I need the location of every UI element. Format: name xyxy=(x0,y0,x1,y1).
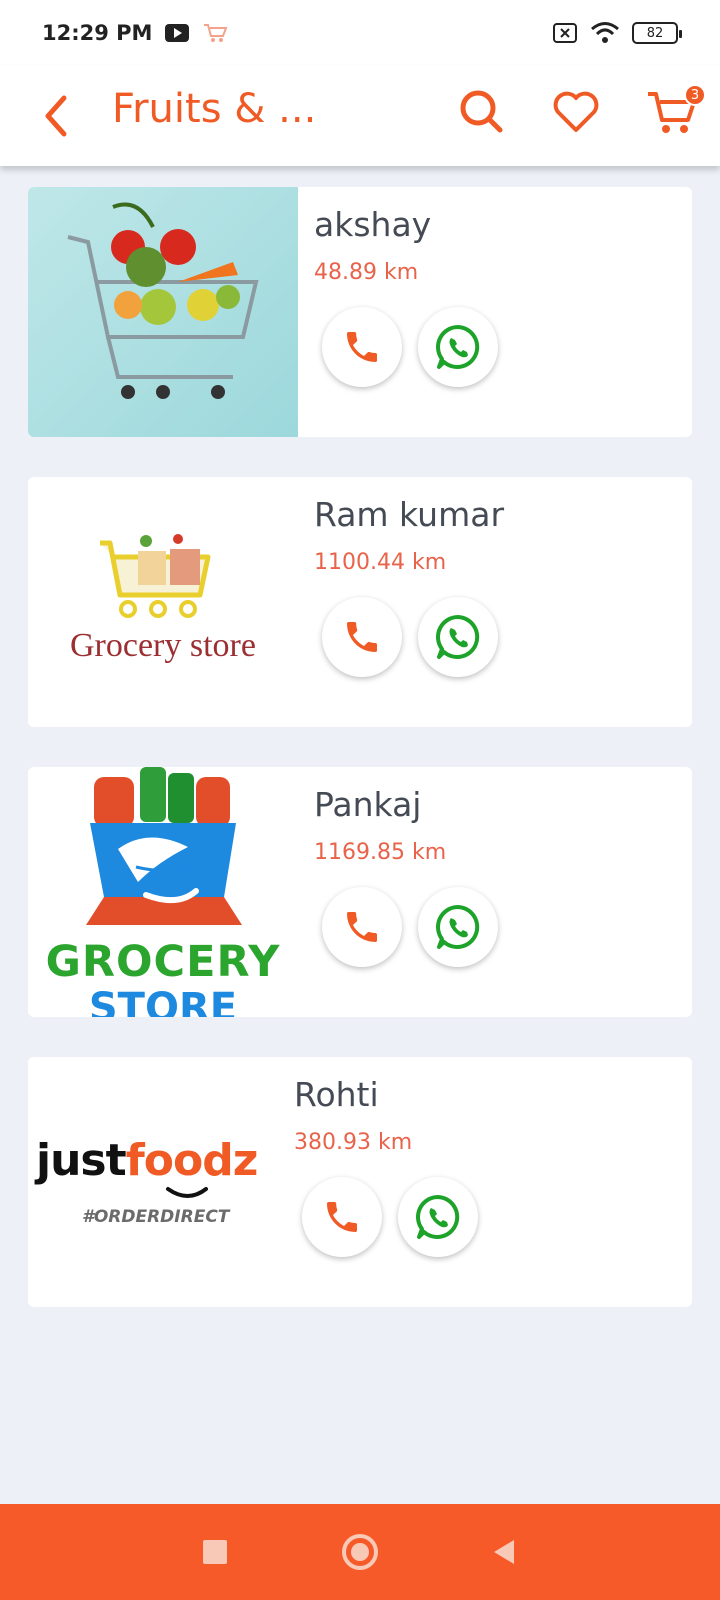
back-button[interactable] xyxy=(36,88,76,144)
home-circle-icon[interactable] xyxy=(340,1532,380,1572)
store-distance: 380.93 km xyxy=(294,1130,413,1155)
status-left: 12:29 PM xyxy=(42,21,228,45)
status-bar: 12:29 PM 82 xyxy=(0,0,720,66)
store-name: akshay xyxy=(314,205,432,244)
whatsapp-button[interactable] xyxy=(418,597,498,677)
cart-button[interactable]: 3 xyxy=(644,84,706,140)
store-image: justfoodz #ORDERDIRECT xyxy=(28,1057,298,1307)
store-image xyxy=(28,187,298,437)
whatsapp-button[interactable] xyxy=(398,1177,478,1257)
store-card[interactable]: akshay 48.89 km xyxy=(28,187,692,437)
store-image: Grocery store xyxy=(28,477,298,727)
battery-icon: 82 xyxy=(632,22,682,44)
app-bar: Fruits & ... 3 xyxy=(0,66,720,166)
youtube-icon xyxy=(165,24,190,42)
call-button[interactable] xyxy=(322,597,402,677)
store-info: Rohti 380.93 km xyxy=(294,1075,478,1257)
system-nav-bar xyxy=(0,1504,720,1600)
favorites-button[interactable] xyxy=(548,84,604,140)
store-name: Pankaj xyxy=(314,785,422,824)
order-direct-tagline: #ORDERDIRECT xyxy=(82,1207,230,1227)
back-triangle-icon[interactable] xyxy=(490,1537,520,1567)
store-card[interactable]: Grocery store Ram kumar 1100.44 km xyxy=(28,477,692,727)
store-actions xyxy=(322,307,498,387)
cart-count-badge: 3 xyxy=(684,84,706,106)
store-actions xyxy=(322,887,498,967)
whatsapp-icon xyxy=(436,325,480,369)
store-distance: 48.89 km xyxy=(314,260,419,285)
call-button[interactable] xyxy=(322,887,402,967)
wifi-icon xyxy=(591,22,619,43)
shopping-cart-vegetables-image xyxy=(67,202,259,399)
phone-icon xyxy=(347,622,377,652)
whatsapp-button[interactable] xyxy=(418,887,498,967)
status-right: 82 xyxy=(552,21,682,45)
whatsapp-icon xyxy=(416,1195,460,1239)
store-card[interactable]: GROCERY STORE Pankaj 1169.85 km xyxy=(28,767,692,1017)
store-info: akshay 48.89 km xyxy=(314,205,498,387)
sim-off-icon xyxy=(553,23,577,43)
store-list: akshay 48.89 km Grocery store Ram kumar … xyxy=(28,187,692,1347)
grocery-logo-text: GROCERY xyxy=(45,937,281,987)
store-name: Rohti xyxy=(294,1075,379,1114)
store-actions xyxy=(322,597,504,677)
store-info: Ram kumar 1100.44 km xyxy=(314,495,504,677)
call-button[interactable] xyxy=(302,1177,382,1257)
whatsapp-icon xyxy=(436,615,480,659)
page-title: Fruits & ... xyxy=(112,86,317,132)
store-distance: 1100.44 km xyxy=(314,550,447,575)
store-info: Pankaj 1169.85 km xyxy=(314,785,498,967)
grocery-store-logo-text: Grocery store xyxy=(70,627,256,664)
grocery-cart-logo-image xyxy=(100,534,211,618)
phone-icon xyxy=(347,912,377,942)
store-logo-text: STORE xyxy=(88,985,238,1017)
store-image: GROCERY STORE xyxy=(28,767,298,1017)
store-actions xyxy=(302,1177,478,1257)
chevron-left-icon xyxy=(45,95,67,137)
recents-square-icon[interactable] xyxy=(200,1537,230,1567)
cart-notification-icon xyxy=(204,24,228,42)
search-icon xyxy=(460,90,503,133)
whatsapp-button[interactable] xyxy=(418,307,498,387)
heart-icon xyxy=(553,91,599,132)
whatsapp-icon xyxy=(436,905,480,949)
phone-icon xyxy=(347,332,377,362)
battery-level: 82 xyxy=(646,25,664,41)
search-button[interactable] xyxy=(454,84,510,140)
call-button[interactable] xyxy=(322,307,402,387)
justfoodz-smile-image xyxy=(166,1187,208,1198)
store-distance: 1169.85 km xyxy=(314,840,447,865)
status-time: 12:29 PM xyxy=(42,21,153,45)
phone-icon xyxy=(327,1202,357,1232)
store-name: Ram kumar xyxy=(314,495,505,534)
store-card[interactable]: justfoodz #ORDERDIRECT Rohti 380.93 km xyxy=(28,1057,692,1307)
